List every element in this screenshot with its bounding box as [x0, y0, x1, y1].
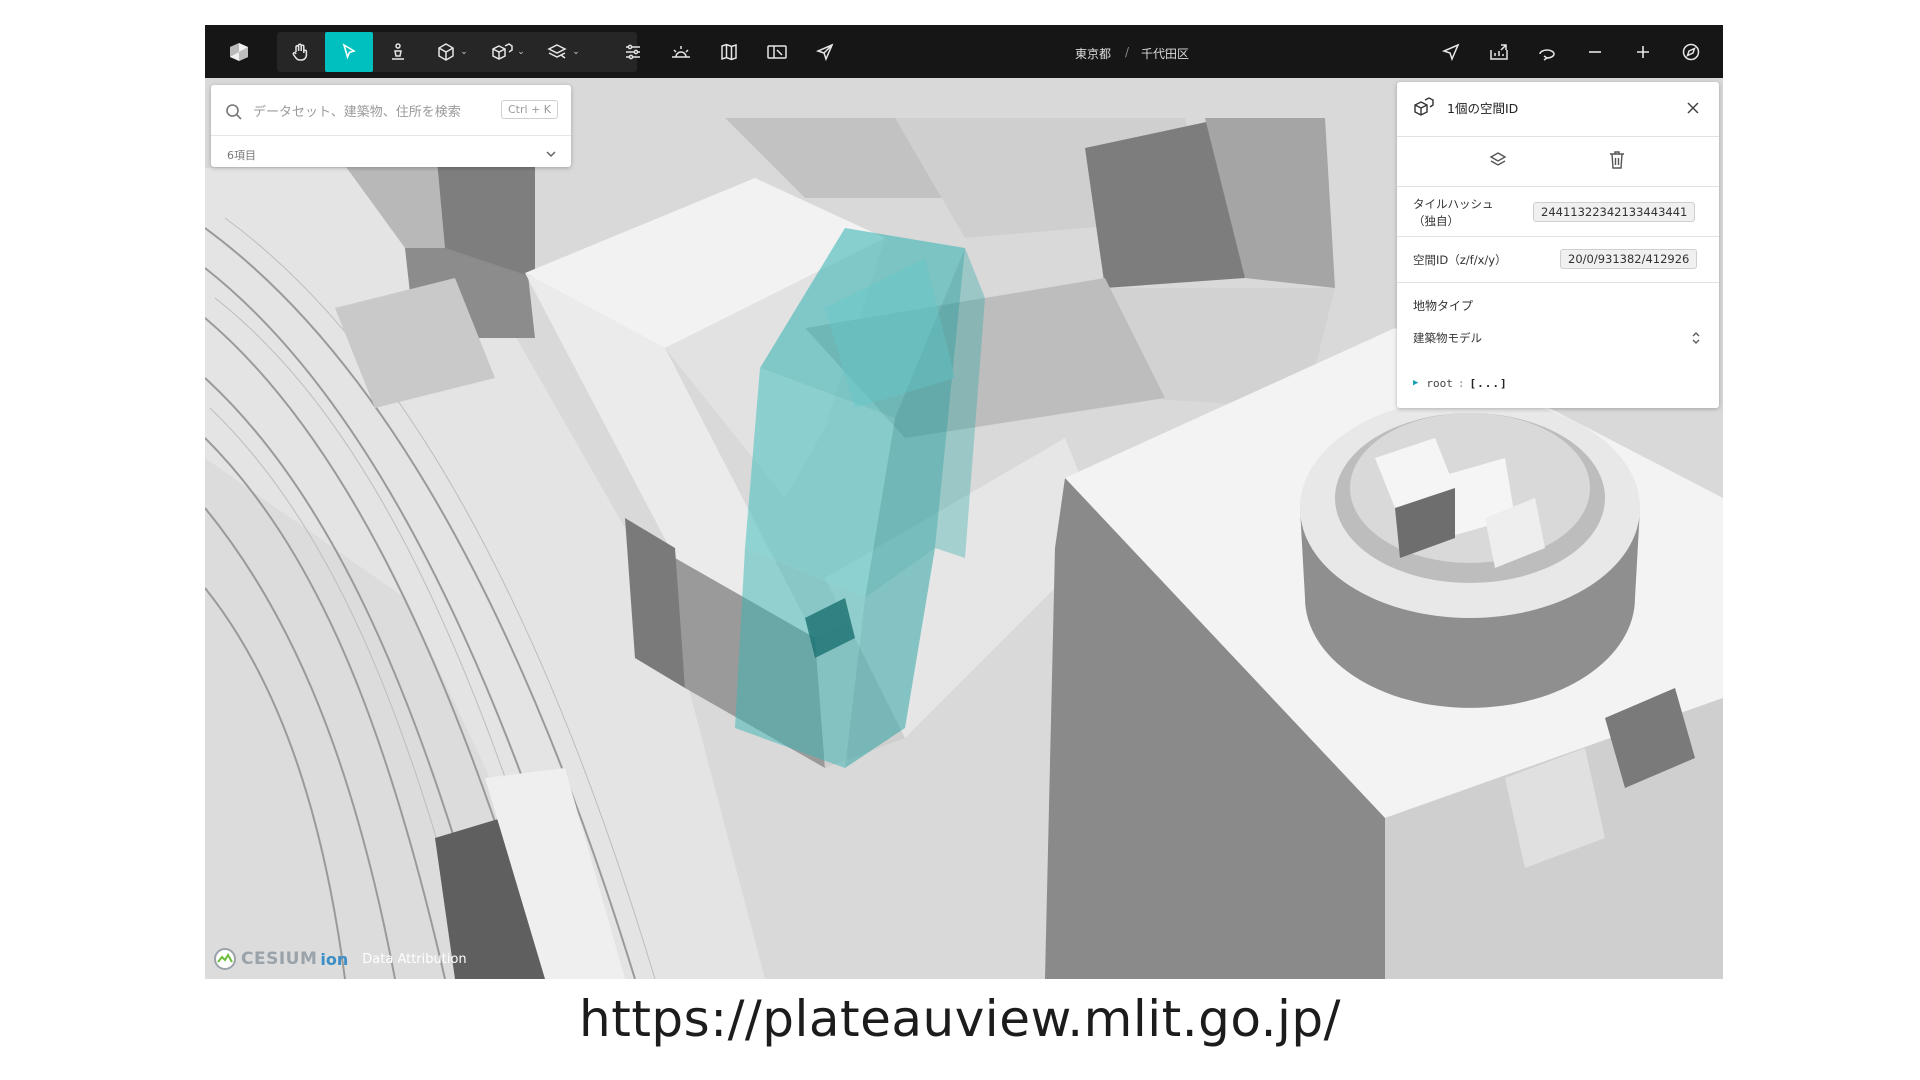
cube-icon [438, 43, 454, 61]
rotate-icon [1539, 49, 1555, 61]
share-send-button[interactable] [805, 32, 845, 72]
json-tree-root[interactable]: ▶ root : [...] [1413, 374, 1508, 392]
sun-horizon-icon [672, 46, 690, 58]
tile-hash-value: 24411322342133443441 [1533, 202, 1696, 222]
spatial-id-cube-icon [492, 43, 513, 60]
export-button[interactable] [1479, 32, 1519, 72]
search-item-count: 6項目 [227, 149, 256, 162]
cesium-attribution: CESIUM ion Data Attribution [213, 945, 467, 973]
breadcrumb: 東京都 ⌄ / 千代田区 ⌄ [1075, 25, 1195, 78]
chevron-down-icon[interactable]: ⌄ [1163, 45, 1170, 54]
search-shortcut-hint: Ctrl + K [501, 100, 558, 119]
chevron-down-icon: ⌄ [517, 47, 525, 57]
search-panel: Ctrl + K 6項目 [211, 85, 571, 167]
map-button[interactable] [709, 32, 749, 72]
zoom-out-button[interactable] [1575, 32, 1615, 72]
compass-button[interactable] [1671, 32, 1711, 72]
select-tool[interactable] [325, 32, 373, 72]
hand-pan-tool[interactable] [277, 32, 323, 72]
zoom-in-icon [1637, 46, 1649, 58]
tree-separator: : [1457, 376, 1465, 390]
map-icon [721, 43, 737, 61]
chevron-up-down-icon [1692, 332, 1700, 344]
cursor-arrow-icon [342, 43, 356, 60]
tile-hash-label: タイルハッシュ（独自） [1413, 197, 1494, 228]
trash-icon[interactable] [1608, 150, 1626, 170]
cube-tool[interactable]: ⌄ [427, 32, 477, 72]
ion-wordmark: ion [320, 949, 349, 969]
sun-horizon-button[interactable] [661, 32, 701, 72]
settings-sliders-icon [626, 44, 640, 60]
close-icon[interactable] [1685, 100, 1701, 116]
zoom-in-button[interactable] [1623, 32, 1663, 72]
divider [1397, 282, 1719, 283]
tree-value: [...] [1469, 376, 1508, 390]
feature-type-select[interactable]: 建築物モデル [1407, 322, 1709, 354]
panel-icon [767, 45, 787, 59]
divider [1397, 186, 1719, 187]
search-icon [226, 104, 242, 120]
spatial-id-cube-icon [1414, 97, 1434, 116]
caret-right-icon: ▶ [1413, 378, 1419, 388]
chevron-down-icon[interactable]: ⌄ [1091, 45, 1098, 54]
spatial-id-value: 20/0/931382/412926 [1560, 249, 1698, 269]
rotate-button[interactable] [1527, 32, 1567, 72]
person-icon [392, 43, 404, 60]
chevron-down-icon: ⌄ [460, 47, 468, 57]
navigate-button[interactable] [1431, 32, 1471, 72]
spatial-id-panel: 1個の空間ID タイルハッシュ（独自） 24411322342133443441… [1397, 82, 1719, 408]
spatial-id-label: 空間ID（z/f/x/y） [1413, 253, 1507, 267]
divider [211, 135, 571, 136]
plateau-cube-logo[interactable] [219, 32, 259, 72]
export-icon [1490, 44, 1508, 60]
chevron-down-icon: ⌄ [572, 47, 580, 57]
navigate-arrow-icon [1441, 43, 1460, 62]
layers-tool[interactable]: ⌄ [537, 32, 589, 72]
feature-type-label: 地物タイプ [1413, 299, 1474, 313]
spatial-id-tool[interactable]: ⌄ [483, 32, 533, 72]
tree-key: root [1426, 376, 1453, 390]
feature-type-value: 建築物モデル [1413, 331, 1482, 345]
share-send-icon [815, 43, 834, 62]
pedestrian-tool[interactable] [375, 32, 421, 72]
cesium-wordmark: CESIUM [241, 949, 318, 969]
divider [1397, 236, 1719, 237]
layers-icon [547, 44, 567, 59]
compass-icon [1682, 43, 1700, 61]
search-input[interactable] [251, 99, 485, 125]
divider [1397, 136, 1719, 137]
cesium-logo-icon [214, 948, 236, 970]
main-toolbar: ⌄ ⌄ ⌄ 東京都 ⌄ / 千代田区 ⌄ [205, 25, 1723, 78]
breadcrumb-separator: / [1125, 45, 1130, 59]
zoom-out-icon [1589, 51, 1601, 53]
slide-url-caption: https://plateauview.mlit.go.jp/ [579, 990, 1341, 1048]
plateau-view-app: ⌄ ⌄ ⌄ 東京都 ⌄ / 千代田区 ⌄ データセット、建築物、住所を検索 Ct… [205, 25, 1723, 979]
hand-icon [292, 43, 308, 61]
layers-icon[interactable] [1488, 150, 1508, 170]
chevron-down-icon[interactable] [545, 149, 557, 159]
settings-sliders-button[interactable] [613, 32, 653, 72]
panel-title: 1個の空間ID [1447, 101, 1519, 116]
panel-button[interactable] [757, 32, 797, 72]
data-attribution-link[interactable]: Data Attribution [362, 952, 466, 967]
